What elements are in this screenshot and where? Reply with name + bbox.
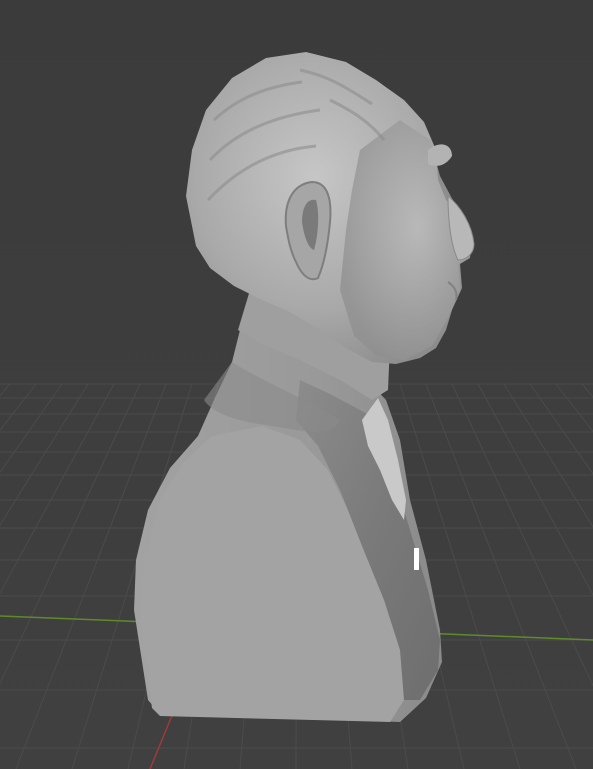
3d-viewport[interactable] [0,0,593,769]
viewport-canvas[interactable] [0,0,593,769]
text-cursor [414,548,419,570]
